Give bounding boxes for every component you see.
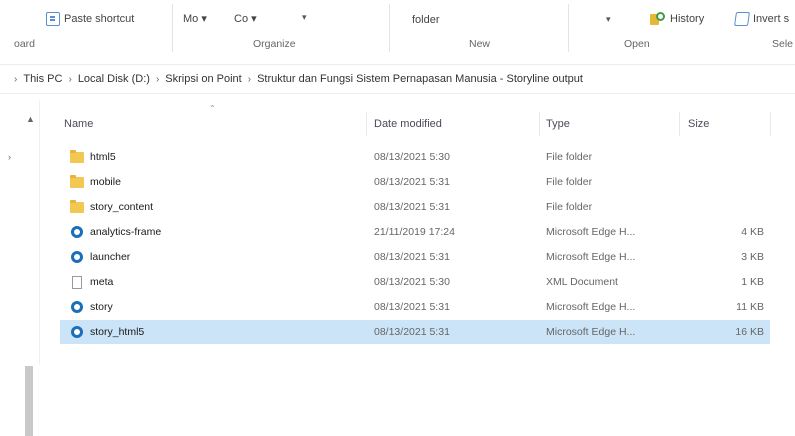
move-to-button[interactable]: Mo ▾ — [183, 12, 207, 25]
navigation-pane[interactable]: ▲ › — [0, 100, 40, 436]
file-date: 08/13/2021 5:31 — [374, 176, 450, 188]
history-button[interactable]: History — [650, 12, 704, 26]
breadcrumb-this-pc[interactable]: This PC — [23, 73, 62, 85]
file-size: 3 KB — [741, 251, 764, 263]
nav-expand-icon[interactable]: › — [8, 152, 11, 162]
file-row[interactable]: launcher 08/13/2021 5:31 Microsoft Edge … — [60, 245, 770, 269]
folder-icon — [70, 174, 84, 188]
ribbon: Paste shortcut Mo ▾ Co ▾ ▾ folder ▾ Hist… — [0, 0, 795, 56]
file-size: 11 KB — [736, 301, 764, 313]
edge-icon — [71, 326, 83, 338]
file-size: 1 KB — [741, 276, 764, 288]
file-name: story — [90, 301, 113, 313]
file-name: meta — [90, 276, 114, 288]
organize-group-label: Organize — [253, 38, 296, 50]
file-type: File folder — [546, 176, 593, 188]
nav-scrollbar-thumb[interactable] — [25, 366, 33, 436]
column-header-type[interactable]: Type — [546, 112, 570, 136]
file-row[interactable]: mobile 08/13/2021 5:31 File folder — [60, 170, 770, 194]
file-type: Microsoft Edge H... — [546, 301, 636, 313]
copy-to-button[interactable]: Co ▾ — [234, 12, 257, 25]
ribbon-divider — [568, 4, 569, 52]
scroll-up-icon[interactable]: ▲ — [26, 114, 35, 124]
column-header-date[interactable]: Date modified — [374, 112, 442, 136]
file-name: story_html5 — [90, 326, 145, 338]
chevron-right-icon[interactable]: › — [248, 74, 251, 85]
edge-icon — [71, 251, 83, 263]
invert-selection-button[interactable]: Invert s — [734, 12, 789, 26]
file-row[interactable]: html5 08/13/2021 5:30 File folder — [60, 145, 770, 169]
breadcrumb-local-disk[interactable]: Local Disk (D:) — [78, 73, 150, 85]
file-name: launcher — [90, 251, 131, 263]
column-divider[interactable] — [366, 112, 367, 136]
new-group-label: New — [469, 38, 491, 50]
breadcrumb-current-folder[interactable]: Struktur dan Fungsi Sistem Pernapasan Ma… — [257, 73, 583, 85]
file-date: 08/13/2021 5:31 — [374, 251, 450, 263]
xml-file-icon — [72, 275, 82, 289]
paste-shortcut-button[interactable]: Paste shortcut — [46, 12, 134, 26]
ribbon-divider — [389, 4, 390, 52]
column-divider[interactable] — [770, 112, 771, 136]
column-divider[interactable] — [539, 112, 540, 136]
column-divider[interactable] — [679, 112, 680, 136]
file-date: 08/13/2021 5:31 — [374, 326, 450, 338]
file-name: mobile — [90, 176, 121, 188]
invert-selection-icon — [734, 12, 750, 26]
file-type: XML Document — [546, 276, 618, 288]
file-type: Microsoft Edge H... — [546, 326, 636, 338]
pane-divider — [39, 100, 40, 365]
file-date: 08/13/2021 5:31 — [374, 301, 450, 313]
file-size — [700, 145, 764, 169]
breadcrumb-skripsi[interactable]: Skripsi on Point — [165, 73, 241, 85]
file-name: html5 — [90, 151, 116, 163]
file-type: File folder — [546, 201, 593, 213]
chevron-right-icon[interactable]: › — [156, 74, 159, 85]
edge-icon — [71, 226, 83, 238]
new-folder-button[interactable]: folder — [412, 14, 440, 26]
folder-icon — [70, 199, 84, 213]
file-date: 08/13/2021 5:30 — [374, 276, 450, 288]
file-row[interactable]: meta 08/13/2021 5:30 XML Document 1 KB — [60, 270, 770, 294]
clipboard-group-label: oard — [14, 38, 36, 50]
file-row[interactable]: analytics-frame 21/11/2019 17:24 Microso… — [60, 220, 770, 244]
file-date: 08/13/2021 5:30 — [374, 151, 450, 163]
file-row[interactable]: story_content 08/13/2021 5:31 File folde… — [60, 195, 770, 219]
file-name: story_content — [90, 201, 154, 213]
file-row-selected[interactable]: story_html5 08/13/2021 5:31 Microsoft Ed… — [60, 320, 770, 344]
history-icon — [650, 12, 666, 26]
chevron-right-icon: › — [14, 73, 18, 85]
select-group-label: Sele — [772, 38, 794, 50]
file-row[interactable]: story 08/13/2021 5:31 Microsoft Edge H..… — [60, 295, 770, 319]
paste-shortcut-icon — [46, 12, 60, 26]
edge-icon — [71, 301, 83, 313]
sort-ascending-icon: ⌃ — [209, 104, 216, 113]
ribbon-divider — [172, 4, 173, 52]
new-item-button[interactable]: ▾ — [302, 12, 307, 23]
file-size — [700, 195, 764, 219]
file-date: 08/13/2021 5:31 — [374, 201, 450, 213]
file-type: File folder — [546, 151, 593, 163]
column-header-name[interactable]: Name — [64, 112, 93, 136]
open-group-label: Open — [624, 38, 650, 50]
file-type: Microsoft Edge H... — [546, 251, 636, 263]
file-type: Microsoft Edge H... — [546, 226, 636, 238]
column-header-size[interactable]: Size — [688, 112, 709, 136]
chevron-right-icon[interactable]: › — [68, 74, 71, 85]
file-name: analytics-frame — [90, 226, 162, 238]
file-size: 16 KB — [735, 326, 764, 338]
address-bar[interactable]: › This PC › Local Disk (D:) › Skripsi on… — [0, 64, 795, 94]
file-date: 21/11/2019 17:24 — [374, 226, 455, 238]
open-dropdown[interactable]: ▾ — [606, 14, 611, 25]
folder-icon — [70, 149, 84, 163]
file-size: 4 KB — [741, 226, 764, 238]
file-size — [700, 170, 764, 194]
